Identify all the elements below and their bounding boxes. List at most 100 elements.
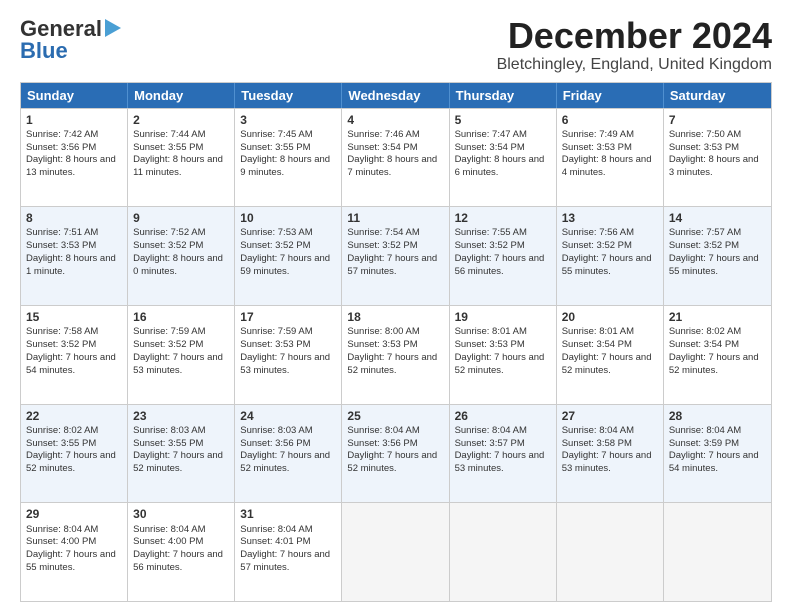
daylight-info: Daylight: 7 hours and 55 minutes. bbox=[26, 549, 122, 575]
logo: General Blue bbox=[20, 16, 121, 64]
sunrise-info: Sunrise: 8:04 AM bbox=[669, 425, 766, 438]
sunrise-info: Sunrise: 7:46 AM bbox=[347, 129, 443, 142]
calendar-cell bbox=[557, 503, 664, 601]
calendar-row: 1 Sunrise: 7:42 AM Sunset: 3:56 PM Dayli… bbox=[21, 108, 771, 207]
daylight-info: Daylight: 7 hours and 52 minutes. bbox=[347, 450, 443, 476]
sunset-info: Sunset: 3:52 PM bbox=[133, 240, 229, 253]
sunset-info: Sunset: 3:52 PM bbox=[133, 339, 229, 352]
calendar-cell: 3 Sunrise: 7:45 AM Sunset: 3:55 PM Dayli… bbox=[235, 109, 342, 207]
sunrise-info: Sunrise: 7:58 AM bbox=[26, 326, 122, 339]
sunset-info: Sunset: 3:52 PM bbox=[347, 240, 443, 253]
daylight-info: Daylight: 8 hours and 6 minutes. bbox=[455, 154, 551, 180]
day-number: 24 bbox=[240, 408, 336, 424]
daylight-info: Daylight: 8 hours and 7 minutes. bbox=[347, 154, 443, 180]
day-number: 11 bbox=[347, 210, 443, 226]
sunrise-info: Sunrise: 8:04 AM bbox=[133, 524, 229, 537]
day-number: 20 bbox=[562, 309, 658, 325]
sunrise-info: Sunrise: 8:00 AM bbox=[347, 326, 443, 339]
sunrise-info: Sunrise: 8:04 AM bbox=[347, 425, 443, 438]
calendar-cell: 2 Sunrise: 7:44 AM Sunset: 3:55 PM Dayli… bbox=[128, 109, 235, 207]
sunset-info: Sunset: 4:00 PM bbox=[133, 536, 229, 549]
daylight-info: Daylight: 7 hours and 53 minutes. bbox=[562, 450, 658, 476]
daylight-info: Daylight: 7 hours and 53 minutes. bbox=[240, 352, 336, 378]
sunset-info: Sunset: 3:53 PM bbox=[562, 142, 658, 155]
calendar-cell: 5 Sunrise: 7:47 AM Sunset: 3:54 PM Dayli… bbox=[450, 109, 557, 207]
calendar-body: 1 Sunrise: 7:42 AM Sunset: 3:56 PM Dayli… bbox=[21, 108, 771, 601]
sunrise-info: Sunrise: 7:55 AM bbox=[455, 227, 551, 240]
sunrise-info: Sunrise: 8:01 AM bbox=[455, 326, 551, 339]
daylight-info: Daylight: 7 hours and 52 minutes. bbox=[562, 352, 658, 378]
calendar-cell: 23 Sunrise: 8:03 AM Sunset: 3:55 PM Dayl… bbox=[128, 405, 235, 503]
daylight-info: Daylight: 8 hours and 3 minutes. bbox=[669, 154, 766, 180]
calendar-header-row: SundayMondayTuesdayWednesdayThursdayFrid… bbox=[21, 83, 771, 108]
sunset-info: Sunset: 4:01 PM bbox=[240, 536, 336, 549]
calendar-cell: 15 Sunrise: 7:58 AM Sunset: 3:52 PM Dayl… bbox=[21, 306, 128, 404]
sunrise-info: Sunrise: 7:56 AM bbox=[562, 227, 658, 240]
calendar-cell: 24 Sunrise: 8:03 AM Sunset: 3:56 PM Dayl… bbox=[235, 405, 342, 503]
day-number: 7 bbox=[669, 112, 766, 128]
day-number: 14 bbox=[669, 210, 766, 226]
calendar-cell: 27 Sunrise: 8:04 AM Sunset: 3:58 PM Dayl… bbox=[557, 405, 664, 503]
daylight-info: Daylight: 8 hours and 4 minutes. bbox=[562, 154, 658, 180]
calendar-row: 15 Sunrise: 7:58 AM Sunset: 3:52 PM Dayl… bbox=[21, 305, 771, 404]
daylight-info: Daylight: 7 hours and 52 minutes. bbox=[669, 352, 766, 378]
day-number: 28 bbox=[669, 408, 766, 424]
sunset-info: Sunset: 3:52 PM bbox=[26, 339, 122, 352]
sunset-info: Sunset: 3:56 PM bbox=[347, 438, 443, 451]
sunset-info: Sunset: 3:52 PM bbox=[240, 240, 336, 253]
sunset-info: Sunset: 3:57 PM bbox=[455, 438, 551, 451]
sunset-info: Sunset: 3:52 PM bbox=[562, 240, 658, 253]
daylight-info: Daylight: 8 hours and 0 minutes. bbox=[133, 253, 229, 279]
sunset-info: Sunset: 3:52 PM bbox=[455, 240, 551, 253]
sunrise-info: Sunrise: 7:59 AM bbox=[133, 326, 229, 339]
sunrise-info: Sunrise: 7:47 AM bbox=[455, 129, 551, 142]
calendar-cell: 13 Sunrise: 7:56 AM Sunset: 3:52 PM Dayl… bbox=[557, 207, 664, 305]
day-number: 29 bbox=[26, 506, 122, 522]
calendar-cell: 4 Sunrise: 7:46 AM Sunset: 3:54 PM Dayli… bbox=[342, 109, 449, 207]
calendar-cell: 18 Sunrise: 8:00 AM Sunset: 3:53 PM Dayl… bbox=[342, 306, 449, 404]
calendar-cell bbox=[450, 503, 557, 601]
day-number: 18 bbox=[347, 309, 443, 325]
daylight-info: Daylight: 7 hours and 54 minutes. bbox=[669, 450, 766, 476]
calendar-cell: 26 Sunrise: 8:04 AM Sunset: 3:57 PM Dayl… bbox=[450, 405, 557, 503]
calendar-cell: 19 Sunrise: 8:01 AM Sunset: 3:53 PM Dayl… bbox=[450, 306, 557, 404]
day-number: 5 bbox=[455, 112, 551, 128]
calendar-cell: 20 Sunrise: 8:01 AM Sunset: 3:54 PM Dayl… bbox=[557, 306, 664, 404]
daylight-info: Daylight: 7 hours and 55 minutes. bbox=[669, 253, 766, 279]
calendar-cell bbox=[342, 503, 449, 601]
calendar-cell: 25 Sunrise: 8:04 AM Sunset: 3:56 PM Dayl… bbox=[342, 405, 449, 503]
sunset-info: Sunset: 3:54 PM bbox=[455, 142, 551, 155]
calendar-cell: 12 Sunrise: 7:55 AM Sunset: 3:52 PM Dayl… bbox=[450, 207, 557, 305]
calendar-cell: 29 Sunrise: 8:04 AM Sunset: 4:00 PM Dayl… bbox=[21, 503, 128, 601]
calendar-cell: 1 Sunrise: 7:42 AM Sunset: 3:56 PM Dayli… bbox=[21, 109, 128, 207]
calendar-header-cell: Saturday bbox=[664, 83, 771, 108]
calendar-header-cell: Tuesday bbox=[235, 83, 342, 108]
sunrise-info: Sunrise: 7:52 AM bbox=[133, 227, 229, 240]
sunset-info: Sunset: 3:53 PM bbox=[240, 339, 336, 352]
day-number: 25 bbox=[347, 408, 443, 424]
sunset-info: Sunset: 3:54 PM bbox=[562, 339, 658, 352]
calendar-cell: 16 Sunrise: 7:59 AM Sunset: 3:52 PM Dayl… bbox=[128, 306, 235, 404]
day-number: 21 bbox=[669, 309, 766, 325]
daylight-info: Daylight: 8 hours and 11 minutes. bbox=[133, 154, 229, 180]
calendar-cell: 14 Sunrise: 7:57 AM Sunset: 3:52 PM Dayl… bbox=[664, 207, 771, 305]
sunset-info: Sunset: 3:52 PM bbox=[669, 240, 766, 253]
calendar-cell: 21 Sunrise: 8:02 AM Sunset: 3:54 PM Dayl… bbox=[664, 306, 771, 404]
day-number: 19 bbox=[455, 309, 551, 325]
day-number: 12 bbox=[455, 210, 551, 226]
calendar-row: 22 Sunrise: 8:02 AM Sunset: 3:55 PM Dayl… bbox=[21, 404, 771, 503]
sunset-info: Sunset: 3:55 PM bbox=[133, 438, 229, 451]
sunset-info: Sunset: 3:56 PM bbox=[26, 142, 122, 155]
daylight-info: Daylight: 7 hours and 57 minutes. bbox=[240, 549, 336, 575]
sunset-info: Sunset: 3:53 PM bbox=[26, 240, 122, 253]
daylight-info: Daylight: 7 hours and 53 minutes. bbox=[133, 352, 229, 378]
header: General Blue December 2024 Bletchingley,… bbox=[20, 16, 772, 74]
day-number: 26 bbox=[455, 408, 551, 424]
calendar-header-cell: Wednesday bbox=[342, 83, 449, 108]
calendar-header-cell: Thursday bbox=[450, 83, 557, 108]
daylight-info: Daylight: 7 hours and 59 minutes. bbox=[240, 253, 336, 279]
day-number: 30 bbox=[133, 506, 229, 522]
sunset-info: Sunset: 3:59 PM bbox=[669, 438, 766, 451]
daylight-info: Daylight: 7 hours and 55 minutes. bbox=[562, 253, 658, 279]
calendar-cell bbox=[664, 503, 771, 601]
